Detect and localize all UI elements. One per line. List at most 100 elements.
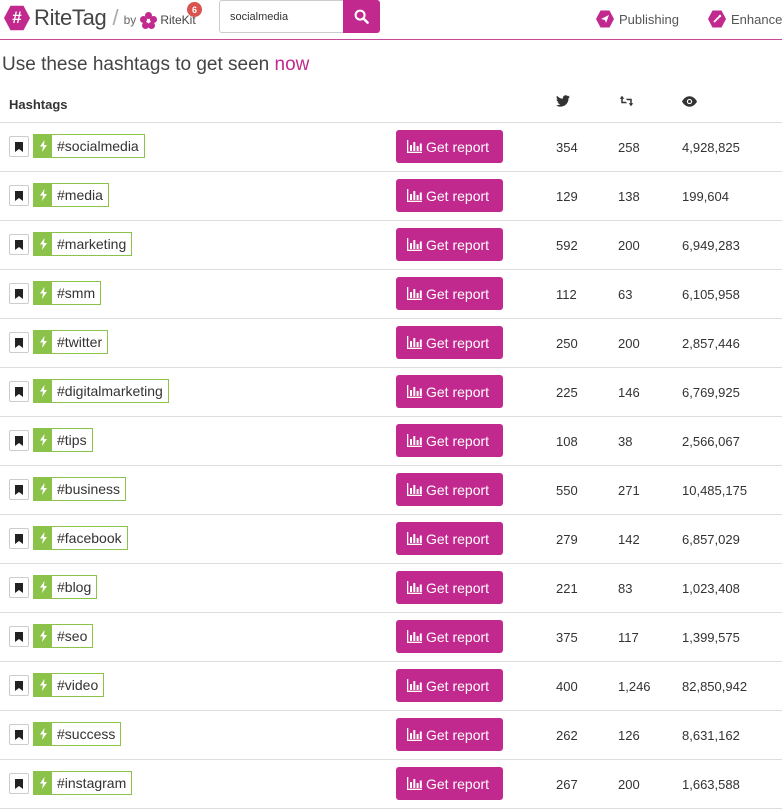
get-report-button[interactable]: Get report (396, 326, 503, 359)
retweets-count: 200 (618, 238, 640, 253)
bookmark-button[interactable] (9, 430, 29, 451)
page-title: Use these hashtags to get seen now (2, 54, 309, 76)
bookmark-icon (15, 484, 23, 495)
bolt-icon (34, 674, 52, 696)
ritekit-flower-icon (140, 11, 158, 29)
table-row: #digitalmarketing Get report 225 146 6,7… (0, 368, 782, 417)
hashtag-chip[interactable]: #blog (33, 575, 98, 599)
notification-badge[interactable]: 6 (187, 2, 202, 17)
get-report-button[interactable]: Get report (396, 424, 503, 457)
table-row: #facebook Get report 279 142 6,857,029 (0, 515, 782, 564)
bolt-icon (34, 282, 52, 304)
get-report-button[interactable]: Get report (396, 179, 503, 212)
table-row: #socialmedia Get report 354 258 4,928,82… (0, 123, 782, 172)
views-count: 8,631,162 (682, 728, 740, 743)
page-title-text: Use these hashtags to get seen (2, 54, 270, 75)
tweets-count: 592 (556, 238, 578, 253)
hashtag-chip[interactable]: #business (33, 477, 127, 501)
bar-chart-icon (407, 238, 422, 251)
get-report-button[interactable]: Get report (396, 130, 503, 163)
bookmark-button[interactable] (9, 577, 29, 598)
get-report-button[interactable]: Get report (396, 767, 503, 800)
get-report-button[interactable]: Get report (396, 228, 503, 261)
get-report-label: Get report (426, 628, 490, 645)
hashtag-chip[interactable]: #twitter (33, 330, 109, 354)
views-count: 1,023,408 (682, 581, 740, 596)
table-row: #seo Get report 375 117 1,399,575 (0, 613, 782, 662)
get-report-button[interactable]: Get report (396, 473, 503, 506)
bar-chart-icon (407, 189, 422, 202)
get-report-button[interactable]: Get report (396, 375, 503, 408)
bookmark-button[interactable] (9, 283, 29, 304)
hashtag-chip[interactable]: #media (33, 183, 109, 207)
table-row: #business Get report 550 271 10,485,175 (0, 466, 782, 515)
bookmark-button[interactable] (9, 136, 29, 157)
hashtag-label: #seo (57, 628, 88, 644)
get-report-button[interactable]: Get report (396, 718, 503, 751)
get-report-label: Get report (426, 530, 490, 547)
table-row: #instagram Get report 267 200 1,663,588 (0, 760, 782, 809)
ritekit-link[interactable]: RiteKit (140, 11, 196, 29)
bookmark-button[interactable] (9, 479, 29, 500)
bar-chart-icon (407, 140, 422, 153)
hashtag-label: #twitter (57, 334, 103, 350)
bookmark-button[interactable] (9, 724, 29, 745)
table-row: #media Get report 129 138 199,604 (0, 172, 782, 221)
bolt-icon (34, 772, 52, 794)
bookmark-button[interactable] (9, 773, 29, 794)
hashtag-chip[interactable]: #seo (33, 624, 94, 648)
views-count: 199,604 (682, 189, 729, 204)
get-report-label: Get report (426, 726, 490, 743)
get-report-label: Get report (426, 236, 490, 253)
table-row: #tips Get report 108 38 2,566,067 (0, 417, 782, 466)
get-report-button[interactable]: Get report (396, 571, 503, 604)
tweets-count: 354 (556, 140, 578, 155)
bookmark-button[interactable] (9, 381, 29, 402)
bar-chart-icon (407, 287, 422, 300)
bookmark-icon (15, 582, 23, 593)
hashtag-chip[interactable]: #marketing (33, 232, 133, 256)
bookmark-icon (15, 337, 23, 348)
get-report-button[interactable]: Get report (396, 620, 503, 653)
hashtag-chip[interactable]: #smm (33, 281, 102, 305)
ritetag-logo[interactable]: # RiteTag / by RiteKit (4, 5, 196, 31)
get-report-button[interactable]: Get report (396, 669, 503, 702)
hashtag-chip[interactable]: #success (33, 722, 122, 746)
retweets-count: 200 (618, 777, 640, 792)
hashtag-chip[interactable]: #socialmedia (33, 134, 145, 158)
hashtag-chip[interactable]: #video (33, 673, 105, 697)
get-report-button[interactable]: Get report (396, 522, 503, 555)
hashtags-header: Hashtags (9, 97, 68, 112)
bookmark-button[interactable] (9, 528, 29, 549)
nav-publishing[interactable]: Publishing (596, 10, 679, 28)
bolt-icon (34, 233, 52, 255)
search-bar (219, 0, 380, 33)
hashtag-chip[interactable]: #instagram (33, 771, 133, 795)
bookmark-button[interactable] (9, 675, 29, 696)
nav-enhance[interactable]: Enhance (708, 10, 782, 28)
bookmark-button[interactable] (9, 185, 29, 206)
bookmark-icon (15, 778, 23, 789)
tweets-count: 129 (556, 189, 578, 204)
hashtag-chip[interactable]: #facebook (33, 526, 128, 550)
hashtag-chip[interactable]: #tips (33, 428, 93, 452)
bookmark-icon (15, 435, 23, 446)
tweets-count: 279 (556, 532, 578, 547)
bolt-icon (34, 429, 52, 451)
page-title-accent: now (274, 54, 310, 75)
search-button[interactable] (343, 0, 380, 33)
bookmark-button[interactable] (9, 234, 29, 255)
hashtag-label: #smm (57, 285, 96, 301)
bolt-icon (34, 380, 52, 402)
hashtag-label: #media (57, 187, 103, 203)
twitter-icon (556, 95, 570, 107)
hashtag-table: #socialmedia Get report 354 258 4,928,82… (0, 123, 782, 809)
search-input[interactable] (219, 0, 343, 33)
views-count: 1,663,588 (682, 777, 740, 792)
get-report-button[interactable]: Get report (396, 277, 503, 310)
bookmark-button[interactable] (9, 332, 29, 353)
table-row: #video Get report 400 1,246 82,850,942 (0, 662, 782, 711)
hashtag-chip[interactable]: #digitalmarketing (33, 379, 169, 403)
table-header: Hashtags (0, 86, 782, 123)
bookmark-button[interactable] (9, 626, 29, 647)
